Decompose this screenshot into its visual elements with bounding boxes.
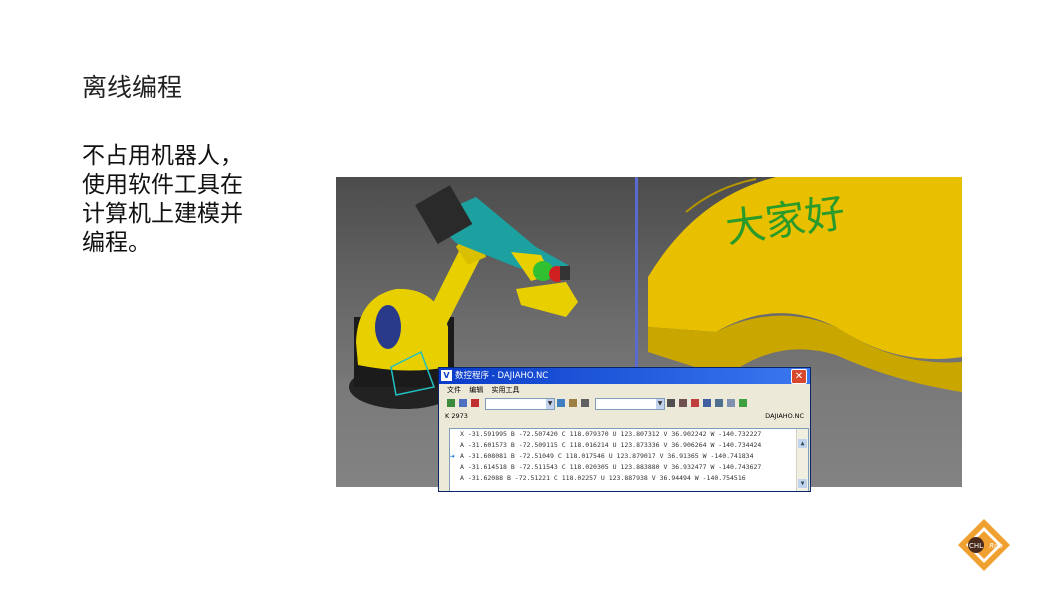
tool-icon-6[interactable] <box>691 399 699 407</box>
toolbar: ▼ ▼ <box>439 396 810 411</box>
tool-icon-9[interactable] <box>727 399 735 407</box>
list-item[interactable]: A -31.601573 B -72.509115 C 118.016214 U… <box>450 440 808 451</box>
workpiece: 大家好 <box>648 177 962 392</box>
svg-text:Rob: Rob <box>989 542 1003 550</box>
slide-title: 离线编程 <box>82 73 183 102</box>
body-line: 使用软件工具在 <box>82 172 243 198</box>
list-item[interactable]: X -31.591995 B -72.507420 C 118.079370 U… <box>450 429 808 440</box>
tool-icon-10[interactable] <box>739 399 747 407</box>
close-button[interactable]: ✕ <box>791 369 807 384</box>
tool-icon-3[interactable] <box>581 399 589 407</box>
axis-select[interactable]: ▼ <box>595 398 665 410</box>
body-line: 不占用机器人， <box>82 143 243 169</box>
dialog-title-bar[interactable]: V 数控程序 - DAJIAHO.NC ✕ <box>439 368 810 384</box>
scroll-up-icon[interactable]: ▲ <box>798 439 807 448</box>
menu-item-edit[interactable]: 编辑 <box>469 386 483 394</box>
row-text: A -31.608081 B -72.51049 C 118.017546 U … <box>460 452 754 460</box>
row-text: A -31.62088 B -72.51221 C 118.02257 U 12… <box>460 474 746 482</box>
program-select[interactable]: ▼ <box>485 398 555 410</box>
scrollbar[interactable]: ▲ ▼ <box>796 429 808 491</box>
svg-text:CHL: CHL <box>969 542 983 550</box>
tool-icon-5[interactable] <box>679 399 687 407</box>
program-list[interactable]: X -31.591995 B -72.507420 C 118.079370 U… <box>449 428 809 491</box>
tool-icon-7[interactable] <box>703 399 711 407</box>
save-icon[interactable] <box>459 399 467 407</box>
open-icon[interactable] <box>447 399 455 407</box>
app-icon: V <box>441 370 452 381</box>
body-line: 计算机上建模并 <box>82 201 243 227</box>
view-divider <box>635 177 638 377</box>
arrow-right-icon: ➜ <box>450 452 455 461</box>
menu-item-file[interactable]: 文件 <box>447 386 461 394</box>
tool-icon-1[interactable] <box>557 399 565 407</box>
logo-icon: CHL Rob <box>958 519 1010 571</box>
tool-icon-4[interactable] <box>667 399 675 407</box>
scroll-down-icon[interactable]: ▼ <box>798 479 807 488</box>
list-item[interactable]: A -31.62088 B -72.51221 C 118.02257 U 12… <box>450 473 808 484</box>
chevron-down-icon: ▼ <box>546 399 554 409</box>
row-text: A -31.601573 B -72.509115 C 118.016214 U… <box>460 441 762 449</box>
chevron-down-icon: ▼ <box>656 399 664 409</box>
check-icon[interactable] <box>471 399 479 407</box>
chl-rob-logo: CHL Rob <box>956 517 1012 573</box>
status-right: DAJIAHO.NC <box>765 412 804 420</box>
tool-icon-8[interactable] <box>715 399 723 407</box>
list-item[interactable]: A -31.614518 B -72.511543 C 118.020305 U… <box>450 462 808 473</box>
list-item-current[interactable]: ➜ A -31.608081 B -72.51049 C 118.017546 U… <box>450 451 808 462</box>
menu-item-tools[interactable]: 实用工具 <box>491 386 519 394</box>
row-text: X -31.591995 B -72.507420 C 118.079370 U… <box>460 430 762 438</box>
slide-body: 不占用机器人， 使用软件工具在 计算机上建模并 编程。 <box>82 142 282 258</box>
menu-bar: 文件 编辑 实用工具 <box>439 384 810 396</box>
status-line: K 2973 DAJIAHO.NC <box>439 411 810 422</box>
row-text: A -31.614518 B -72.511543 C 118.020305 U… <box>460 463 762 471</box>
tool-icon-2[interactable] <box>569 399 577 407</box>
body-line: 编程。 <box>82 230 151 256</box>
nc-program-dialog[interactable]: V 数控程序 - DAJIAHO.NC ✕ 文件 编辑 实用工具 ▼ ▼ K 2… <box>438 367 811 492</box>
status-left: K 2973 <box>445 412 468 420</box>
dialog-title: 数控程序 - DAJIAHO.NC <box>455 371 549 381</box>
